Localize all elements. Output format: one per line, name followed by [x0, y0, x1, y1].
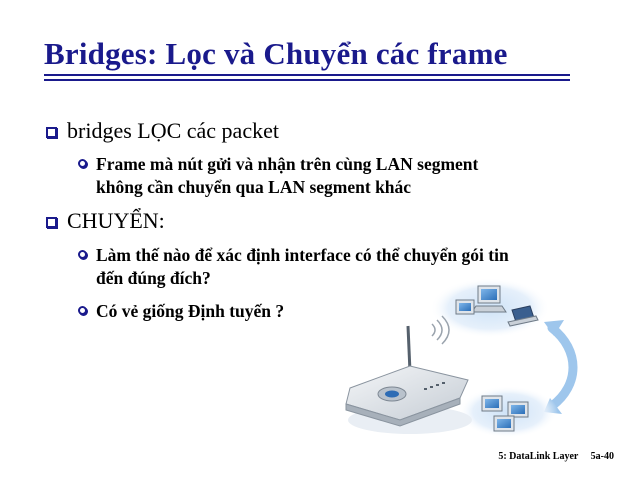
title-underline-second — [44, 79, 570, 81]
title-underline — [44, 74, 570, 76]
sub-bullet-line: Làm thế nào để xác định interface có thể… — [96, 245, 509, 265]
network-bridge-illustration — [345, 278, 578, 438]
circle-bullet-icon — [78, 250, 87, 259]
sub-bullet-line: không cần chuyển qua LAN segment khác — [96, 177, 412, 197]
sub-bullet-same-segment: Frame mà nút gửi và nhận trên cùng LAN s… — [78, 153, 478, 199]
bullet-forward: CHUYỂN: — [46, 208, 165, 234]
sub-bullet-line: Frame mà nút gửi và nhận trên cùng LAN s… — [96, 154, 479, 174]
bullet-filter-text: bridges LỌC các packet — [67, 118, 279, 143]
bridge-device-icon — [345, 325, 472, 434]
footer-page-number: 5a-40 — [590, 451, 614, 462]
circle-bullet-icon — [78, 306, 87, 315]
footer-chapter: 5: DataLink Layer — [498, 451, 579, 462]
sub-bullet-like-routing: Có vẻ giống Định tuyến ? — [78, 300, 284, 323]
sub-bullet-line: Có vẻ giống Định tuyến ? — [96, 301, 285, 321]
square-bullet-icon — [46, 216, 57, 228]
bullet-forward-text: CHUYỂN: — [67, 208, 165, 233]
top-lan-cluster-icon — [430, 278, 550, 338]
square-bullet-icon — [46, 126, 57, 138]
circle-bullet-icon — [78, 159, 87, 168]
slide-footer: 5: DataLink Layer 5a-40 — [498, 451, 614, 462]
bullet-filter: bridges LỌC các packet — [46, 118, 279, 144]
slide-title: Bridges: Lọc và Chuyển các frame — [44, 36, 508, 71]
bottom-lan-cluster-icon — [458, 386, 558, 438]
